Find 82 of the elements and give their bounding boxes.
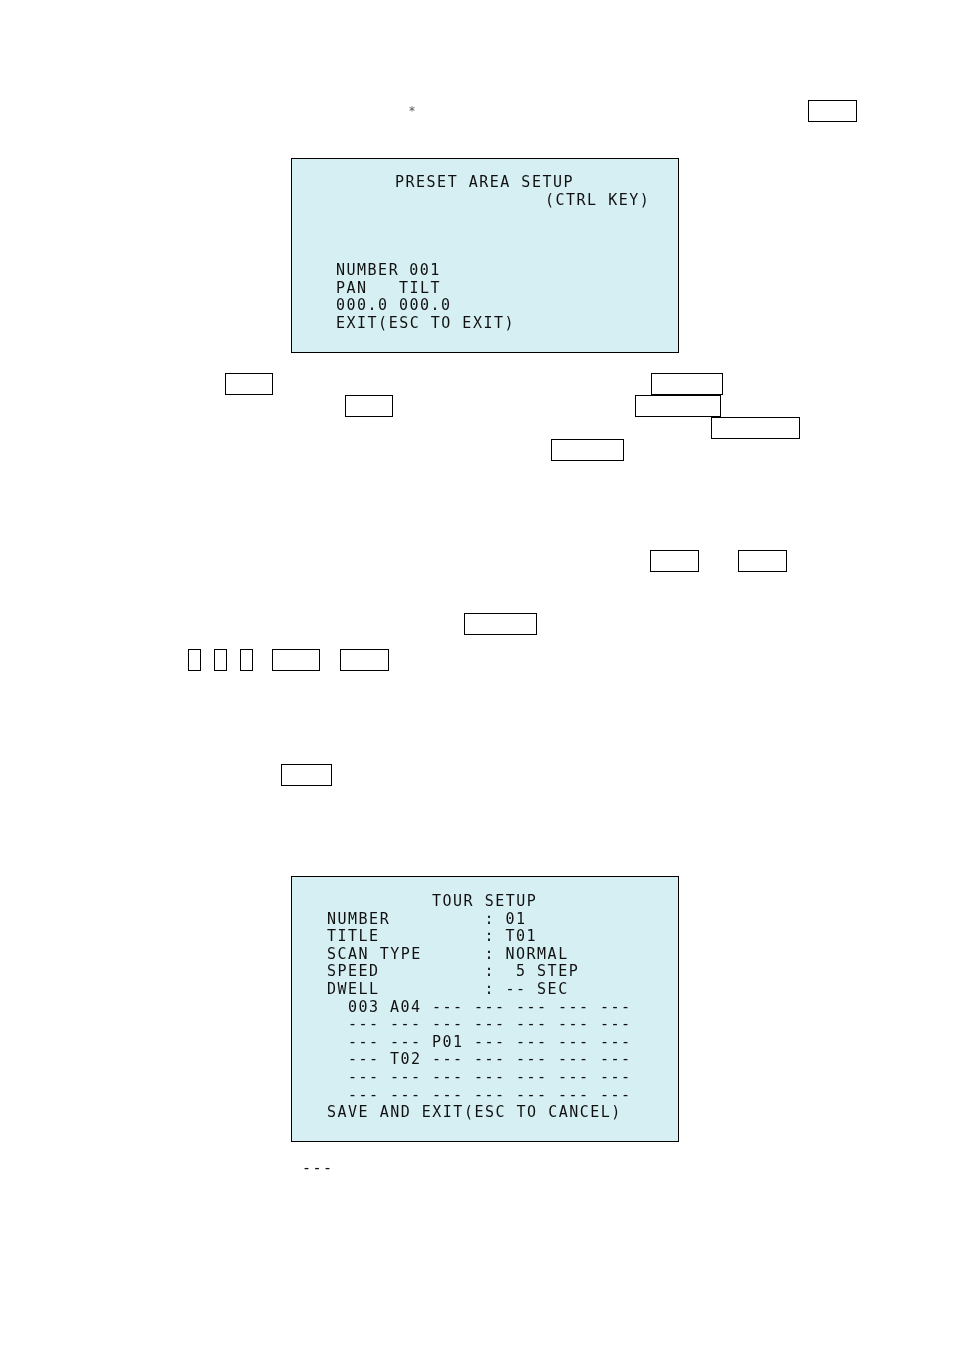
- field-value: NORMAL: [505, 945, 569, 964]
- tour-step-entry: ---: [516, 1033, 549, 1052]
- tour-step-entry: ---: [432, 1068, 465, 1087]
- tour-step-entry: ---: [600, 1086, 633, 1105]
- tour-step-entry: ---: [516, 998, 549, 1017]
- field-label: NUMBER: [327, 910, 392, 929]
- axis-label: PAN: [336, 279, 369, 298]
- tour-step-entry: ---: [432, 1051, 465, 1069]
- tour-step-entry: ---: [474, 1086, 507, 1105]
- empty-key-box: [345, 395, 393, 417]
- tour-step-entry: ---: [474, 1016, 507, 1034]
- tour-step-entry: A04: [390, 998, 423, 1017]
- separator-colon: :: [484, 945, 497, 964]
- menu-subtitle: (CTRL KEY): [545, 190, 651, 209]
- tour-step-entry: ---: [348, 1086, 381, 1105]
- field-label: NUMBER: [336, 262, 400, 280]
- tour-step-entry: ---: [558, 1086, 591, 1105]
- tour-step-entry: ---: [474, 1068, 507, 1087]
- separator-colon: :: [484, 963, 497, 981]
- tour-step-entry: ---: [558, 1016, 591, 1034]
- tour-step-entry: ---: [348, 1051, 381, 1069]
- exit-instruction: EXIT(ESC TO EXIT): [336, 313, 516, 332]
- empty-key-box: [281, 764, 332, 786]
- field-value: 001: [409, 262, 441, 280]
- empty-key-box: [214, 649, 227, 671]
- axis-value: 000.0: [336, 297, 390, 315]
- empty-key-box: [240, 649, 253, 671]
- field-value: -- SEC: [505, 980, 569, 999]
- tour-step-entry: ---: [348, 1016, 381, 1034]
- tour-step-entry: ---: [474, 1033, 507, 1052]
- empty-key-box: [188, 649, 201, 671]
- tour-step-entry: ---: [600, 1033, 633, 1052]
- tour-step-entry: ---: [516, 1051, 549, 1069]
- tour-step-entry: ---: [432, 998, 465, 1017]
- tour-step-entry: ---: [390, 1068, 423, 1087]
- field-value: 01: [505, 910, 527, 929]
- tour-step-entry: ---: [432, 1086, 465, 1105]
- tour-step-entry: ---: [558, 1033, 591, 1052]
- separator-colon: :: [484, 928, 497, 946]
- empty-key-box: [340, 649, 389, 671]
- field-label: TITLE: [327, 928, 381, 946]
- tour-step-entry: ---: [474, 1051, 507, 1069]
- menu-title: PRESET AREA SETUP: [395, 173, 575, 191]
- tour-step-entry: ---: [516, 1016, 549, 1034]
- tour-step-entry: ---: [558, 1068, 591, 1087]
- separator-colon: :: [484, 910, 497, 929]
- axis-label: TILT: [399, 279, 442, 298]
- tour-step-entry: ---: [474, 998, 507, 1017]
- tour-step-entry: ---: [600, 1051, 633, 1069]
- field-label: SCAN TYPE: [327, 945, 423, 964]
- tour-step-entry: ---: [558, 998, 591, 1017]
- tour-step-entry: ---: [390, 1086, 423, 1105]
- dash-text: ---: [302, 1159, 334, 1177]
- tour-step-entry: ---: [558, 1051, 591, 1069]
- tour-step-entry: P01: [432, 1033, 465, 1052]
- field-label: SPEED: [327, 963, 381, 981]
- tour-step-entry: ---: [600, 1016, 633, 1034]
- empty-key-box: [272, 649, 320, 671]
- tour-step-entry: ---: [390, 1016, 423, 1034]
- field-label: DWELL: [327, 980, 381, 999]
- tour-step-entry: ---: [432, 1016, 465, 1034]
- tour-step-entry: 003: [348, 998, 381, 1017]
- asterisk-mark: *: [408, 105, 416, 117]
- tour-step-entry: ---: [348, 1033, 381, 1052]
- tour-step-entry: ---: [390, 1033, 423, 1052]
- axis-value: 000.0: [399, 297, 452, 315]
- tour-step-entry: ---: [600, 1068, 633, 1087]
- separator-colon: :: [484, 980, 497, 999]
- tour-step-entry: T02: [390, 1051, 423, 1069]
- menu-title: TOUR SETUP: [432, 892, 538, 910]
- tour-step-entry: ---: [516, 1086, 549, 1105]
- empty-key-box: [651, 373, 723, 395]
- empty-key-box: [225, 373, 273, 395]
- empty-key-box: [808, 100, 857, 122]
- empty-key-box: [650, 550, 699, 572]
- field-value: 5 STEP: [515, 963, 580, 981]
- empty-key-box: [738, 550, 787, 572]
- tour-step-entry: ---: [600, 998, 633, 1017]
- field-value: T01: [505, 928, 538, 946]
- save-exit-instruction: SAVE AND EXIT(ESC TO CANCEL): [327, 1103, 622, 1122]
- tour-step-entry: ---: [516, 1068, 549, 1087]
- tour-step-entry: ---: [348, 1068, 381, 1087]
